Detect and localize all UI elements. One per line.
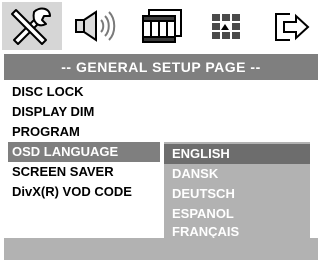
menu-item-osd-language[interactable]: OSD LANGUAGE (8, 142, 160, 162)
status-bar (4, 238, 318, 260)
language-option-espanol[interactable]: ESPANOL (164, 204, 310, 224)
menu-item-disc-lock[interactable]: DISC LOCK (12, 82, 84, 102)
menu-item-program[interactable]: PROGRAM (12, 122, 80, 142)
preference-setup-icon[interactable] (196, 2, 256, 50)
menu-item-divx-vod-code[interactable]: DivX(R) VOD CODE (12, 182, 132, 202)
language-option-dansk[interactable]: DANSK (164, 164, 310, 184)
language-option-english[interactable]: ENGLISH (164, 144, 310, 164)
video-setup-icon[interactable] (131, 2, 191, 50)
page-title: -- GENERAL SETUP PAGE -- (4, 54, 318, 80)
menu-item-screen-saver[interactable]: SCREEN SAVER (12, 162, 114, 182)
language-submenu: ENGLISH DANSK DEUTSCH ESPANOL FRANÇAIS (164, 142, 310, 239)
setup-icon-bar (0, 0, 322, 54)
general-setup-icon[interactable] (2, 2, 62, 50)
language-option-deutsch[interactable]: DEUTSCH (164, 184, 310, 204)
menu-panel: DISC LOCK DISPLAY DIM PROGRAM OSD LANGUA… (4, 80, 318, 239)
exit-icon[interactable] (258, 2, 318, 50)
menu-item-display-dim[interactable]: DISPLAY DIM (12, 102, 94, 122)
setup-screen: -- GENERAL SETUP PAGE -- DISC LOCK DISPL… (0, 0, 322, 264)
audio-setup-icon[interactable] (66, 2, 126, 50)
